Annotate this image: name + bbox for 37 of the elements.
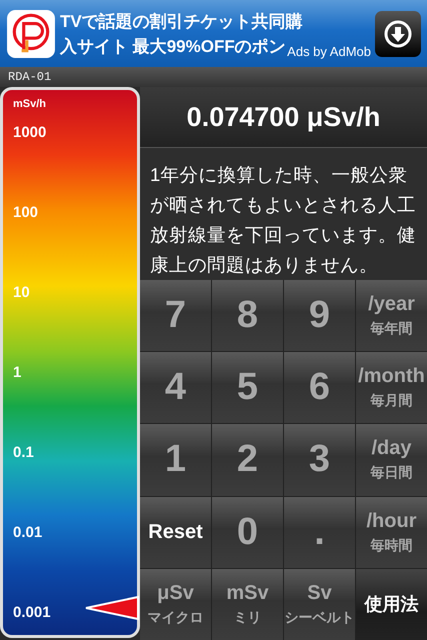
scale-label: 0.01 <box>13 524 42 541</box>
keypad-key[interactable]: 5 <box>212 352 283 424</box>
ad-headline[interactable]: TVで話題の割引チケット共同購 <box>60 8 303 34</box>
keypad-key[interactable]: /day 毎日間 <box>356 424 427 496</box>
device-id: RDA-01 <box>8 70 52 84</box>
scale-label: 0.001 <box>13 604 51 621</box>
keypad-key[interactable]: Reset <box>140 496 211 568</box>
keypad-key[interactable]: 1 <box>140 424 211 496</box>
pointer-icon <box>84 595 140 621</box>
keypad-key[interactable]: /year 毎年間 <box>356 280 427 352</box>
ad-headline[interactable]: 入サイト 最大99%OFFのポン <box>60 34 286 58</box>
scale-label: 100 <box>13 204 38 221</box>
app-logo-icon[interactable] <box>6 8 56 58</box>
keypad-key[interactable]: . <box>284 496 355 568</box>
keypad-key[interactable]: 6 <box>284 352 355 424</box>
keypad-key[interactable]: 4 <box>140 352 211 424</box>
download-icon <box>383 18 413 48</box>
scale-label: 0.1 <box>13 444 34 461</box>
download-button[interactable] <box>375 10 421 56</box>
scale-label: 1 <box>13 364 22 381</box>
keypad-key[interactable]: mSv ミリ <box>212 568 283 640</box>
keypad-key[interactable]: /month 毎月間 <box>356 352 427 424</box>
keypad-key[interactable]: 9 <box>284 280 355 352</box>
keypad-key[interactable]: 2 <box>212 424 283 496</box>
keypad-key[interactable]: 0 <box>212 496 283 568</box>
scale-unit: mSv/h <box>13 98 48 110</box>
keypad-key[interactable]: μSv マイクロ <box>140 568 211 640</box>
ad-attribution: Ads by AdMob <box>287 44 371 58</box>
keypad-key[interactable]: 3 <box>284 424 355 496</box>
assessment-message: 1年分に換算した時、一般公衆が晒されてもよいとされる人工放射線量を下回っています。健康上の問題はありません。 <box>150 163 417 277</box>
scale-label: 1000 <box>13 124 46 141</box>
dose-reading: 0.074700 μSv/h <box>186 102 380 132</box>
scale-label: 10 <box>13 284 30 301</box>
keypad-key[interactable]: /hour 毎時間 <box>356 496 427 568</box>
keypad-key[interactable]: Sv シーベルト <box>284 568 355 640</box>
keypad-key[interactable]: 8 <box>212 280 283 352</box>
keypad-key[interactable]: 7 <box>140 280 211 352</box>
